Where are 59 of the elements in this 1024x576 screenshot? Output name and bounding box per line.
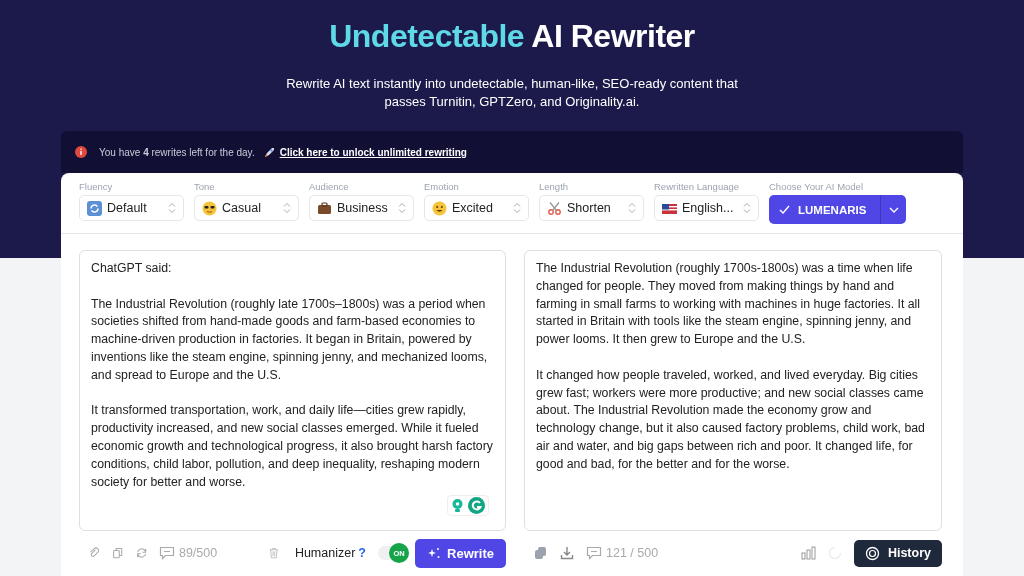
unlock-link[interactable]: Click here to unlock unlimited rewriting (279, 146, 467, 158)
updown-icon (513, 202, 521, 214)
comment-icon (158, 546, 175, 560)
setting-select[interactable]: Excited (424, 195, 529, 221)
input-paragraph: The Industrial Revolution (roughly late 1700s–1800s) was a period when societies shifted from hand-made goods and farm-based economies to machine-driven production in factories. It began in Britain, powered by inventions like the steam engine, spinning jenny, and mechanized looms, and spread to Europe and the U.S. (91, 295, 489, 384)
download-icon[interactable] (560, 546, 574, 560)
page-title: Undetectable AI Rewriter (329, 18, 695, 55)
attach-icon[interactable] (89, 546, 101, 560)
setting-label: Tone (194, 181, 216, 192)
setting-label: Choose Your AI Model (769, 181, 864, 192)
scissors-icon (547, 200, 562, 216)
word-counter: 89/500 (158, 546, 218, 560)
refresh-icon (87, 200, 102, 216)
sparkle-icon (427, 546, 442, 560)
copy-icon[interactable] (112, 546, 124, 560)
word-counter: 121 / 500 (586, 546, 659, 560)
rewrite-button[interactable]: Rewrite (415, 538, 506, 568)
setting-select[interactable]: Default (79, 195, 184, 221)
model-dropdown-button[interactable] (880, 195, 907, 224)
model-button[interactable]: LUMENARIS (769, 195, 881, 224)
sunglasses-face-icon (202, 200, 217, 216)
updown-icon (283, 202, 291, 214)
grammar-widget[interactable] (447, 495, 489, 516)
input-text-area[interactable] (79, 250, 506, 531)
info-icon (75, 146, 87, 158)
setting-select[interactable]: Business (309, 195, 414, 221)
bar-chart-icon[interactable] (800, 546, 816, 560)
output-paragraph: It changed how people traveled, worked, and lived everyday. Big cities grew fast; workers were more productive; and new social classes came about. The Industrial Revolution made the economy grow and technology change, but it also caused factory problems, child work, bad air and water, and big gaps between rich and poor. It changed life, for good and bad, for the better and for the worse. (536, 366, 926, 473)
chevron-down-icon (888, 206, 899, 213)
history-button[interactable]: History (853, 539, 942, 567)
bulb-icon (451, 497, 464, 514)
input-paragraph: ChatGPT said: (91, 260, 173, 277)
updown-icon (398, 202, 406, 214)
setting-label: Length (539, 181, 570, 192)
setting-select[interactable]: Casual (194, 195, 299, 221)
output-paragraph: The Industrial Revolution (roughly 1700s-1800s) was a time when life changed for people. They moved from making things by hand and farming in small farms to working with machines in huge factories. It all started in Britain with tools like the steam engine, spinning jenny, and power looms. It then grew to Europe and the U.S. (536, 260, 922, 349)
updown-icon (168, 202, 176, 214)
updown-icon (743, 202, 751, 214)
help-link[interactable]: ? (358, 546, 366, 560)
humanizer-label: Humanizer (294, 546, 356, 560)
setting-label: Rewritten Language (654, 181, 741, 192)
updown-icon (628, 202, 636, 214)
setting-label: Audience (309, 181, 350, 192)
swap-icon[interactable] (135, 546, 147, 560)
smiley-face-icon (432, 200, 447, 216)
trash-icon[interactable] (269, 546, 279, 560)
setting-select[interactable]: English... (654, 195, 759, 221)
setting-label: Emotion (424, 181, 460, 192)
g-logo-icon (468, 497, 485, 514)
setting-label: Fluency (79, 181, 114, 192)
check-icon (779, 205, 790, 214)
history-icon (864, 545, 880, 561)
comment-icon (586, 546, 602, 560)
input-paragraph: It transformed transportation, work, and daily life—cities grew rapidly, productivity increased, and new social classes emerged. While it fueled economic growth and technological progress, it also brought harsh factory conditions, child labor, pollution, and deep inequality, reshaping modern society for better and worse. (91, 402, 494, 491)
notice-text: You have 4 rewrites left for the day. (99, 146, 255, 158)
briefcase-icon (317, 200, 332, 216)
setting-select[interactable]: Shorten (539, 195, 644, 221)
copy-icon[interactable] (534, 546, 548, 560)
subtitle: Rewrite AI text instantly into undetectable, human-like, SEO-ready content that passes Turnitin, GPTZero, and Originality.ai. (285, 75, 739, 111)
